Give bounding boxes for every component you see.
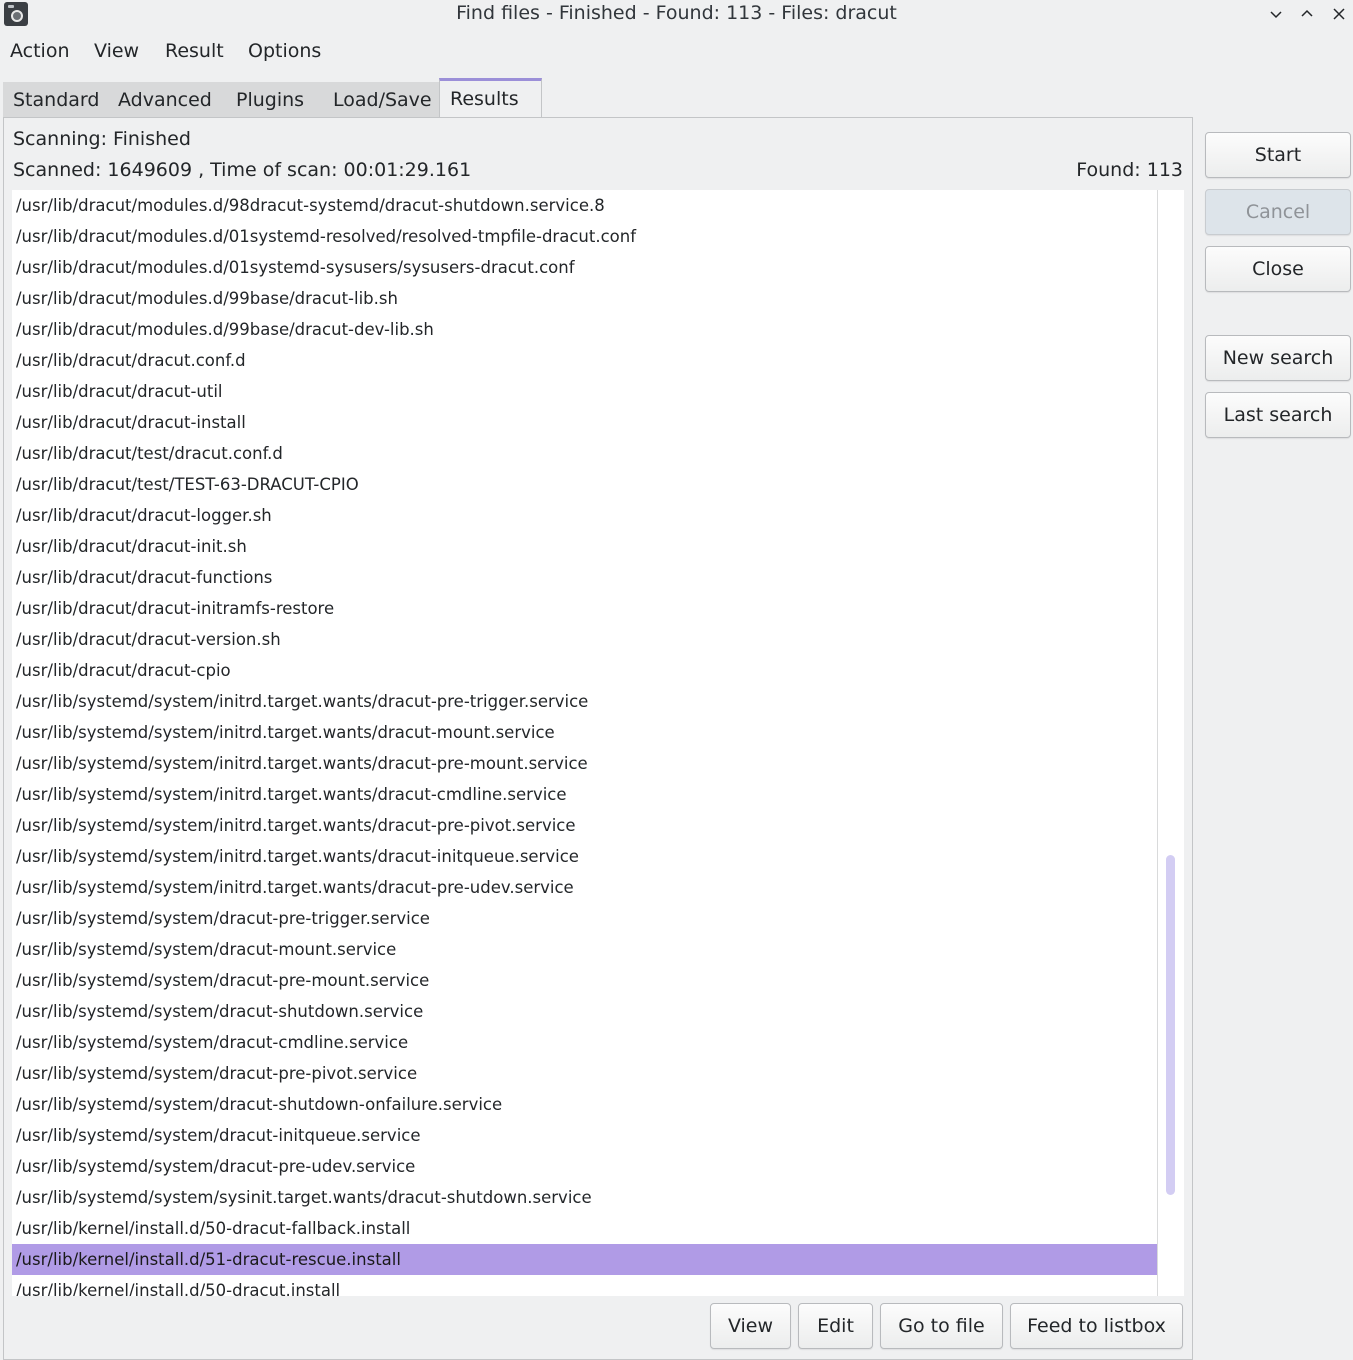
window-title: Find files - Finished - Found: 113 - Fil… [456,2,897,24]
result-row[interactable]: /usr/lib/dracut/dracut-logger.sh [12,500,1157,531]
edit-button[interactable]: Edit [798,1303,873,1349]
result-row[interactable]: /usr/lib/dracut/modules.d/99base/dracut-… [12,283,1157,314]
result-row[interactable]: /usr/lib/systemd/system/dracut-cmdline.s… [12,1027,1157,1058]
menu-view[interactable]: View [94,40,139,62]
tab-load-save[interactable]: Load/Save [323,82,439,118]
go-to-file-button[interactable]: Go to file [880,1303,1003,1349]
title-bar: Find files - Finished - Found: 113 - Fil… [0,0,1353,28]
feed-to-listbox-button[interactable]: Feed to listbox [1010,1303,1183,1349]
scrollbar-track[interactable] [1157,190,1158,1296]
result-row[interactable]: /usr/lib/systemd/system/dracut-pre-trigg… [12,903,1157,934]
result-row[interactable]: /usr/lib/dracut/test/dracut.conf.d [12,438,1157,469]
tab-results[interactable]: Results [439,78,542,119]
close-button[interactable]: Close [1205,246,1351,292]
result-row[interactable]: /usr/lib/dracut/dracut-util [12,376,1157,407]
scanning-status: Scanning: Finished [13,128,191,150]
result-row[interactable]: /usr/lib/kernel/install.d/51-dracut-resc… [12,1244,1157,1275]
result-row[interactable]: /usr/lib/dracut/modules.d/99base/dracut-… [12,314,1157,345]
tab-standard[interactable]: Standard [3,82,108,118]
result-row[interactable]: /usr/lib/systemd/system/initrd.target.wa… [12,779,1157,810]
result-row[interactable]: /usr/lib/systemd/system/initrd.target.wa… [12,717,1157,748]
result-row[interactable]: /usr/lib/systemd/system/initrd.target.wa… [12,686,1157,717]
scrollbar-thumb[interactable] [1166,855,1175,1195]
result-row[interactable]: /usr/lib/systemd/system/dracut-shutdown.… [12,996,1157,1027]
found-count: Found: 113 [1076,159,1183,181]
results-list[interactable]: /usr/lib/dracut/modules.d/98dracut-syste… [12,190,1184,1296]
result-row[interactable]: /usr/lib/systemd/system/initrd.target.wa… [12,810,1157,841]
menu-action[interactable]: Action [10,40,70,62]
result-row[interactable]: /usr/lib/dracut/dracut-install [12,407,1157,438]
result-row[interactable]: /usr/lib/kernel/install.d/50-dracut-fall… [12,1213,1157,1244]
menu-result[interactable]: Result [165,40,224,62]
result-row[interactable]: /usr/lib/systemd/system/dracut-pre-mount… [12,965,1157,996]
result-row[interactable]: /usr/lib/systemd/system/initrd.target.wa… [12,748,1157,779]
new-search-button[interactable]: New search [1205,335,1351,381]
result-row[interactable]: /usr/lib/dracut/dracut-version.sh [12,624,1157,655]
scan-summary: Scanned: 1649609 , Time of scan: 00:01:2… [13,159,472,181]
result-row[interactable]: /usr/lib/dracut/dracut-functions [12,562,1157,593]
result-row[interactable]: /usr/lib/systemd/system/dracut-shutdown-… [12,1089,1157,1120]
minimize-icon[interactable] [1264,2,1288,26]
result-row[interactable]: /usr/lib/dracut/dracut-cpio [12,655,1157,686]
result-row[interactable]: /usr/lib/dracut/dracut-initramfs-restore [12,593,1157,624]
result-row[interactable]: /usr/lib/systemd/system/dracut-mount.ser… [12,934,1157,965]
result-row[interactable]: /usr/lib/systemd/system/dracut-pre-pivot… [12,1058,1157,1089]
start-button[interactable]: Start [1205,132,1351,178]
result-row[interactable]: /usr/lib/dracut/dracut-init.sh [12,531,1157,562]
result-row[interactable]: /usr/lib/dracut/modules.d/98dracut-syste… [12,190,1157,221]
result-row[interactable]: /usr/lib/systemd/system/sysinit.target.w… [12,1182,1157,1213]
result-row[interactable]: /usr/lib/systemd/system/dracut-initqueue… [12,1120,1157,1151]
result-row[interactable]: /usr/lib/dracut/test/TEST-63-DRACUT-CPIO [12,469,1157,500]
result-row[interactable]: /usr/lib/dracut/modules.d/01systemd-reso… [12,221,1157,252]
tab-plugins[interactable]: Plugins [226,82,323,118]
view-button[interactable]: View [710,1303,791,1349]
result-row[interactable]: /usr/lib/kernel/install.d/50-dracut.inst… [12,1275,1157,1296]
last-search-button[interactable]: Last search [1205,392,1351,438]
tab-advanced[interactable]: Advanced [108,82,226,118]
cancel-button[interactable]: Cancel [1205,189,1351,235]
menu-options[interactable]: Options [248,40,321,62]
maximize-icon[interactable] [1295,2,1319,26]
result-row[interactable]: /usr/lib/systemd/system/initrd.target.wa… [12,872,1157,903]
result-row[interactable]: /usr/lib/systemd/system/dracut-pre-udev.… [12,1151,1157,1182]
result-row[interactable]: /usr/lib/dracut/dracut.conf.d [12,345,1157,376]
result-row[interactable]: /usr/lib/systemd/system/initrd.target.wa… [12,841,1157,872]
close-icon[interactable] [1327,2,1351,26]
result-row[interactable]: /usr/lib/dracut/modules.d/01systemd-sysu… [12,252,1157,283]
